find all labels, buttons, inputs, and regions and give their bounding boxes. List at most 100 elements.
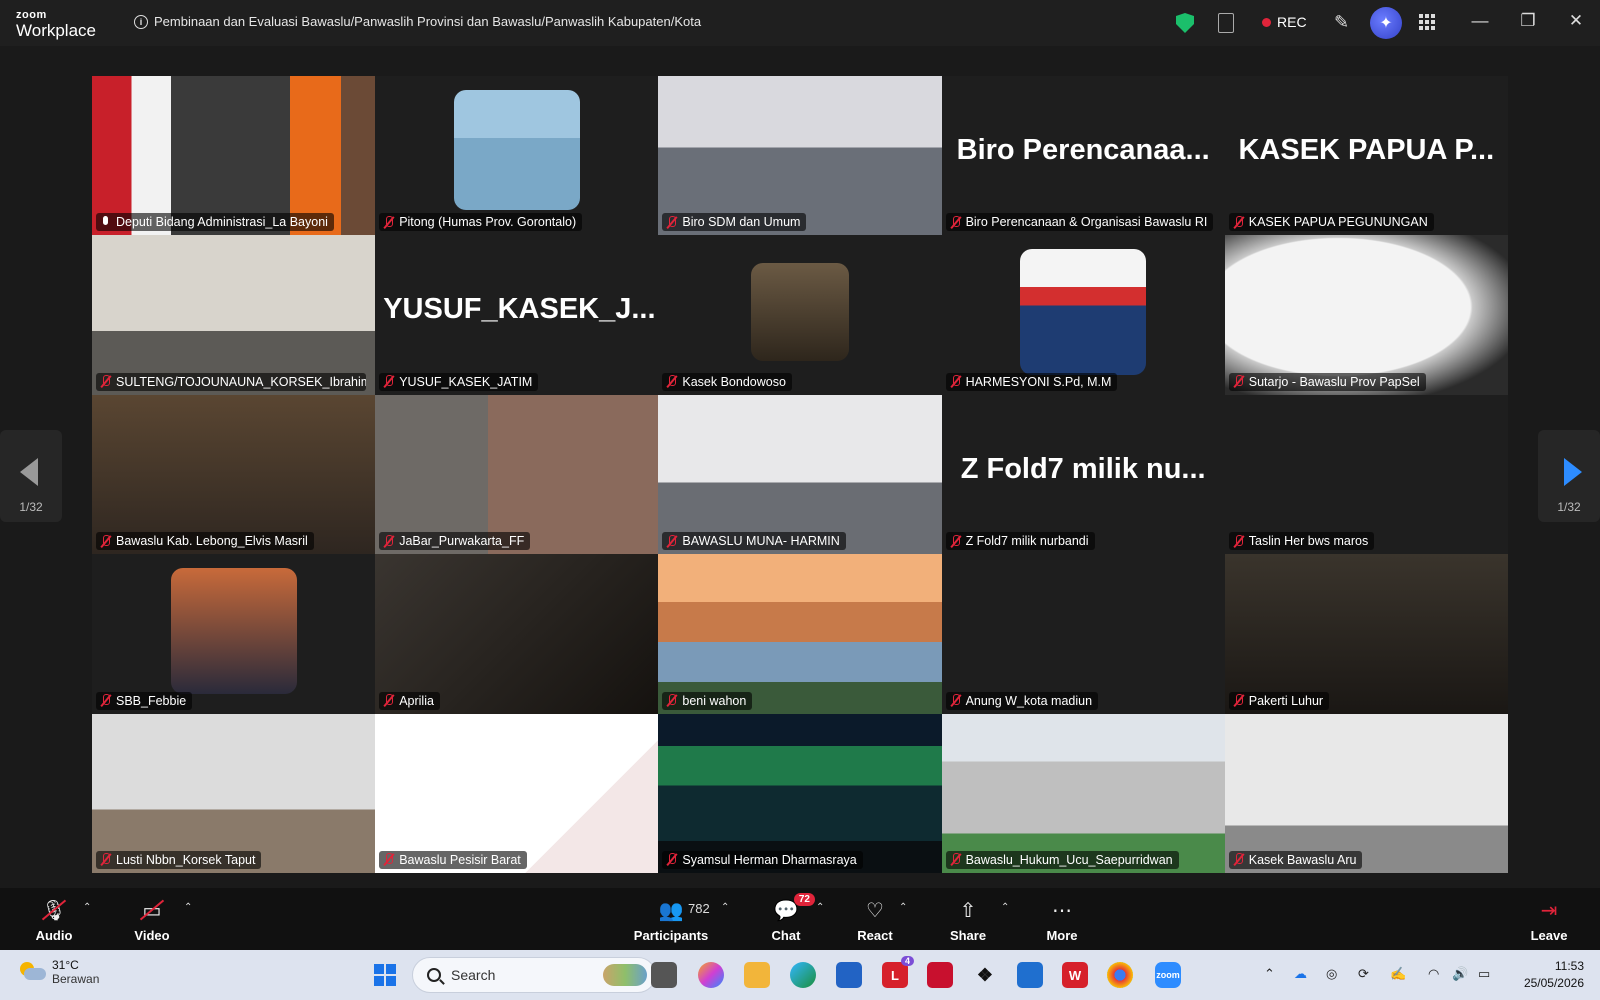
audio-button[interactable]: 🎙 Audio xyxy=(36,888,73,950)
meeting-title[interactable]: i Pembinaan dan Evaluasi Bawaslu/Panwasl… xyxy=(134,14,701,29)
participant-name-label: YUSUF_KASEK_JATIM xyxy=(379,372,539,391)
video-feed xyxy=(658,394,942,555)
react-options-caret[interactable]: ⌃ xyxy=(899,902,907,913)
encryption-shield-icon[interactable] xyxy=(1176,13,1194,33)
participants-button[interactable]: 👥 782 Participants xyxy=(634,888,710,950)
chrome-icon[interactable] xyxy=(1107,962,1133,988)
participant-tile[interactable]: Kasek Bondowoso xyxy=(658,235,942,395)
participant-tile[interactable]: YUSUF_KASEK_J... YUSUF_KASEK_JATIM xyxy=(375,235,659,395)
restore-button[interactable]: ❐ xyxy=(1516,11,1540,31)
participant-tile[interactable]: Biro SDM dan Umum xyxy=(658,76,942,236)
leave-button[interactable]: ⇥ Leave xyxy=(1531,888,1568,950)
next-page-button[interactable]: 1/32 xyxy=(1538,430,1600,522)
mic-muted-icon xyxy=(100,694,111,707)
participant-tile[interactable]: Lusti Nbbn_Korsek Taput xyxy=(92,713,376,873)
volume-icon[interactable]: 🔊 xyxy=(1452,966,1468,982)
participant-name: HARMESYONI S.Pd, M.M xyxy=(965,374,1112,389)
ai-companion-icon[interactable]: ✦ xyxy=(1370,7,1402,39)
rec-label: REC xyxy=(1277,14,1307,30)
file-explorer-icon[interactable] xyxy=(744,962,770,988)
share-options-caret[interactable]: ⌃ xyxy=(1001,902,1009,913)
participant-tile[interactable]: Taslin Her bws maros xyxy=(1224,394,1508,555)
participant-tile[interactable]: Bawaslu_Hukum_Ucu_Saepurridwan xyxy=(941,713,1225,873)
pen-tray-icon[interactable]: ✍ xyxy=(1390,966,1406,982)
participant-name: YUSUF_KASEK_JATIM xyxy=(399,374,533,389)
battery-icon[interactable]: ▭ xyxy=(1478,966,1490,982)
recording-indicator[interactable]: REC xyxy=(1262,14,1307,30)
mic-muted-icon xyxy=(100,375,111,388)
participant-tile[interactable]: Pitong (Humas Prov. Gorontalo) xyxy=(375,76,659,236)
audio-options-caret[interactable]: ⌃ xyxy=(83,902,91,913)
minimize-button[interactable]: — xyxy=(1468,11,1492,31)
participant-name: SBB_Febbie xyxy=(116,693,187,708)
chat-button[interactable]: 💬 72 Chat xyxy=(770,888,815,950)
apps-grid-icon[interactable] xyxy=(1419,14,1435,30)
copilot-icon[interactable] xyxy=(698,962,724,988)
outlook-icon[interactable] xyxy=(1017,962,1043,988)
weather-widget[interactable]: 31°C Berawan xyxy=(18,958,99,986)
onedrive-icon[interactable]: ☁ xyxy=(1294,966,1307,982)
participant-tile[interactable]: Z Fold7 milik nu... Z Fold7 milik nurband… xyxy=(941,394,1225,555)
mic-active-icon xyxy=(100,215,111,229)
taskbar-search[interactable]: Search xyxy=(412,957,656,993)
participant-tile[interactable]: Sutarjo - Bawaslu Prov PapSel xyxy=(1224,235,1508,395)
annotate-pen-icon[interactable]: ✎ xyxy=(1334,12,1349,33)
participant-tile[interactable]: Aprilia xyxy=(375,554,659,714)
participant-tile[interactable]: Syamsul Herman Dharmasraya xyxy=(658,713,942,873)
participant-name: Bawaslu Pesisir Barat xyxy=(399,852,521,867)
share-button[interactable]: ⇧ Share xyxy=(950,888,986,950)
video-options-caret[interactable]: ⌃ xyxy=(184,902,192,913)
video-feed xyxy=(941,554,1225,714)
windows-taskbar: 31°C Berawan Search L4 ❖ W zoom ⌃ ☁ ◎ ⟳ … xyxy=(0,950,1600,1000)
notes-icon[interactable] xyxy=(1218,13,1234,33)
participant-tile[interactable]: Anung W_kota madiun xyxy=(941,554,1225,714)
participant-tile[interactable]: Bawaslu Kab. Lebong_Elvis Masril xyxy=(92,394,376,555)
video-feed xyxy=(1224,235,1508,395)
participant-tile[interactable]: Bawaslu Pesisir Barat xyxy=(375,713,659,873)
edge-browser-icon[interactable] xyxy=(790,962,816,988)
wps-icon[interactable]: W xyxy=(1062,962,1088,988)
participant-name-label: Sutarjo - Bawaslu Prov PapSel xyxy=(1228,372,1426,391)
participant-tile[interactable]: SBB_Febbie xyxy=(92,554,376,714)
video-button[interactable]: ▭ Video xyxy=(132,888,172,950)
participant-tile[interactable]: beni wahon xyxy=(658,554,942,714)
video-feed xyxy=(375,713,659,873)
participant-tile[interactable]: Biro Perencanaa... Biro Perencanaan & Org… xyxy=(941,76,1225,236)
participant-tile[interactable]: BAWASLU MUNA- HARMIN xyxy=(658,394,942,555)
shield-app-icon[interactable] xyxy=(927,962,953,988)
video-feed xyxy=(92,713,376,873)
wifi-icon[interactable]: ◠ xyxy=(1428,966,1439,982)
search-icon xyxy=(427,968,441,982)
participant-tile[interactable]: JaBar_Purwakarta_FF xyxy=(375,394,659,555)
mic-muted-icon xyxy=(1233,694,1244,707)
zoom-taskbar-icon[interactable]: zoom xyxy=(1155,962,1181,988)
chat-badge: 72 xyxy=(793,893,815,906)
video-feed xyxy=(375,554,659,714)
taskbar-clock[interactable]: 11:53 25/05/2026 xyxy=(1524,958,1584,992)
close-button[interactable]: ✕ xyxy=(1564,11,1588,31)
participant-tile[interactable]: Pakerti Luhur xyxy=(1224,554,1508,714)
dropbox-icon[interactable]: ❖ xyxy=(972,962,998,988)
participant-name: Aprilia xyxy=(399,693,434,708)
participant-tile[interactable]: Deputi Bidang Administrasi_La Bayoni xyxy=(92,76,376,236)
participant-tile[interactable]: Kasek Bawaslu Aru xyxy=(1224,713,1508,873)
participant-tile[interactable]: SULTENG/TOJOUNAUNA_KORSEK_Ibrahim U... xyxy=(92,235,376,395)
task-view-icon[interactable] xyxy=(651,962,677,988)
sync-icon[interactable]: ⟳ xyxy=(1358,966,1369,982)
participant-name-label: Anung W_kota madiun xyxy=(945,691,1099,710)
tray-chevron-icon[interactable]: ⌃ xyxy=(1264,966,1275,982)
chat-icon: 💬 72 xyxy=(771,893,815,923)
participant-tile[interactable]: HARMESYONI S.Pd, M.M xyxy=(941,235,1225,395)
more-button[interactable]: ⋯ More xyxy=(1045,888,1079,950)
participant-tile[interactable]: KASEK PAPUA P... KASEK PAPUA PEGUNUNGAN xyxy=(1224,76,1508,236)
chat-options-caret[interactable]: ⌃ xyxy=(816,902,824,913)
mic-muted-icon xyxy=(383,853,394,866)
l-app-icon[interactable]: L4 xyxy=(882,956,914,988)
store-icon[interactable] xyxy=(836,962,862,988)
react-button[interactable]: ♡ React xyxy=(857,888,893,950)
info-icon[interactable]: i xyxy=(134,14,148,29)
participants-options-caret[interactable]: ⌃ xyxy=(721,902,729,913)
start-button[interactable] xyxy=(374,964,396,986)
previous-page-button[interactable]: 1/32 xyxy=(0,430,62,522)
tray-app-icon[interactable]: ◎ xyxy=(1326,966,1337,982)
